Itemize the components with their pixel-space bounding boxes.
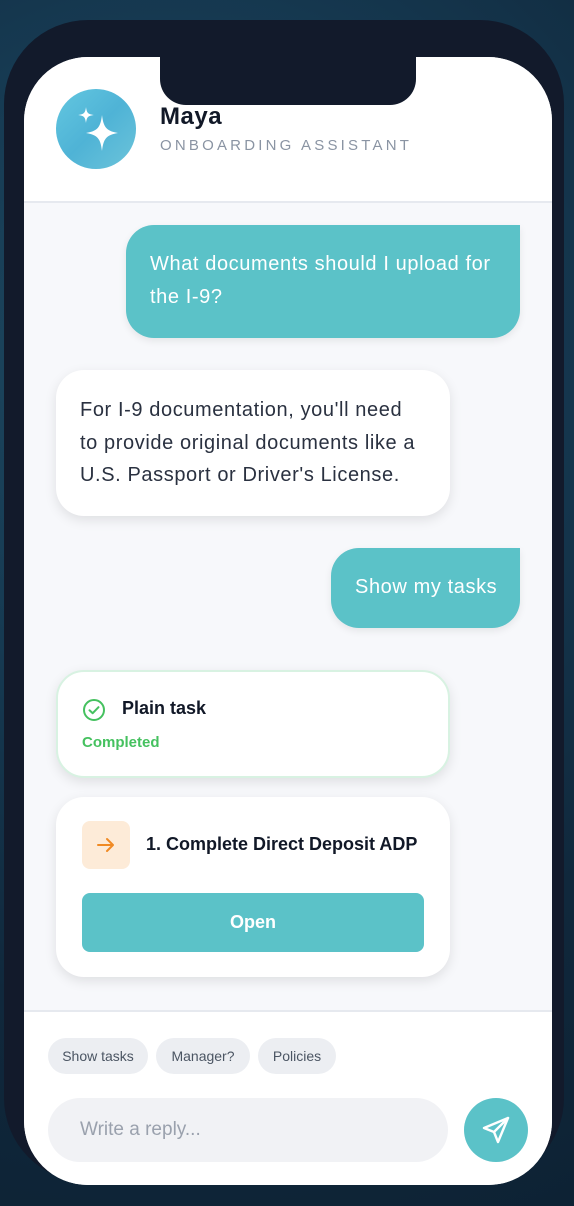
phone-notch: [160, 57, 416, 105]
phone-frame: Maya ONBOARDING ASSISTANT What documents…: [4, 20, 564, 1185]
task-icon-box: [82, 821, 130, 869]
assistant-name: Maya: [160, 103, 223, 130]
task-card-pending: 1. Complete Direct Deposit ADP Open: [56, 797, 450, 977]
open-task-button[interactable]: Open: [82, 893, 424, 952]
avatar: [56, 89, 136, 169]
user-message: Show my tasks: [331, 548, 520, 628]
user-message: What documents should I upload for the I…: [126, 225, 520, 338]
assistant-role: ONBOARDING ASSISTANT: [160, 137, 413, 154]
arrow-right-icon: [97, 838, 114, 852]
task-title: Plain task: [122, 698, 207, 718]
reply-input[interactable]: [48, 1098, 448, 1162]
check-circle-icon: [83, 699, 105, 721]
send-button[interactable]: [464, 1098, 528, 1162]
quick-reply-manager[interactable]: Manager?: [156, 1038, 250, 1074]
status-badge: Completed: [82, 734, 160, 751]
send-icon: [482, 1116, 510, 1144]
composer-area: Show tasks Manager? Policies: [24, 1010, 552, 1185]
quick-reply-show-tasks[interactable]: Show tasks: [48, 1038, 148, 1074]
quick-reply-policies[interactable]: Policies: [258, 1038, 336, 1074]
task-card-completed: Plain task Completed: [56, 670, 450, 778]
sparkles-icon: [78, 107, 118, 151]
assistant-message: For I-9 documentation, you'll need to pr…: [56, 370, 450, 516]
chat-screen: Maya ONBOARDING ASSISTANT What documents…: [24, 57, 552, 1185]
task-title: 1. Complete Direct Deposit ADP: [146, 834, 418, 854]
